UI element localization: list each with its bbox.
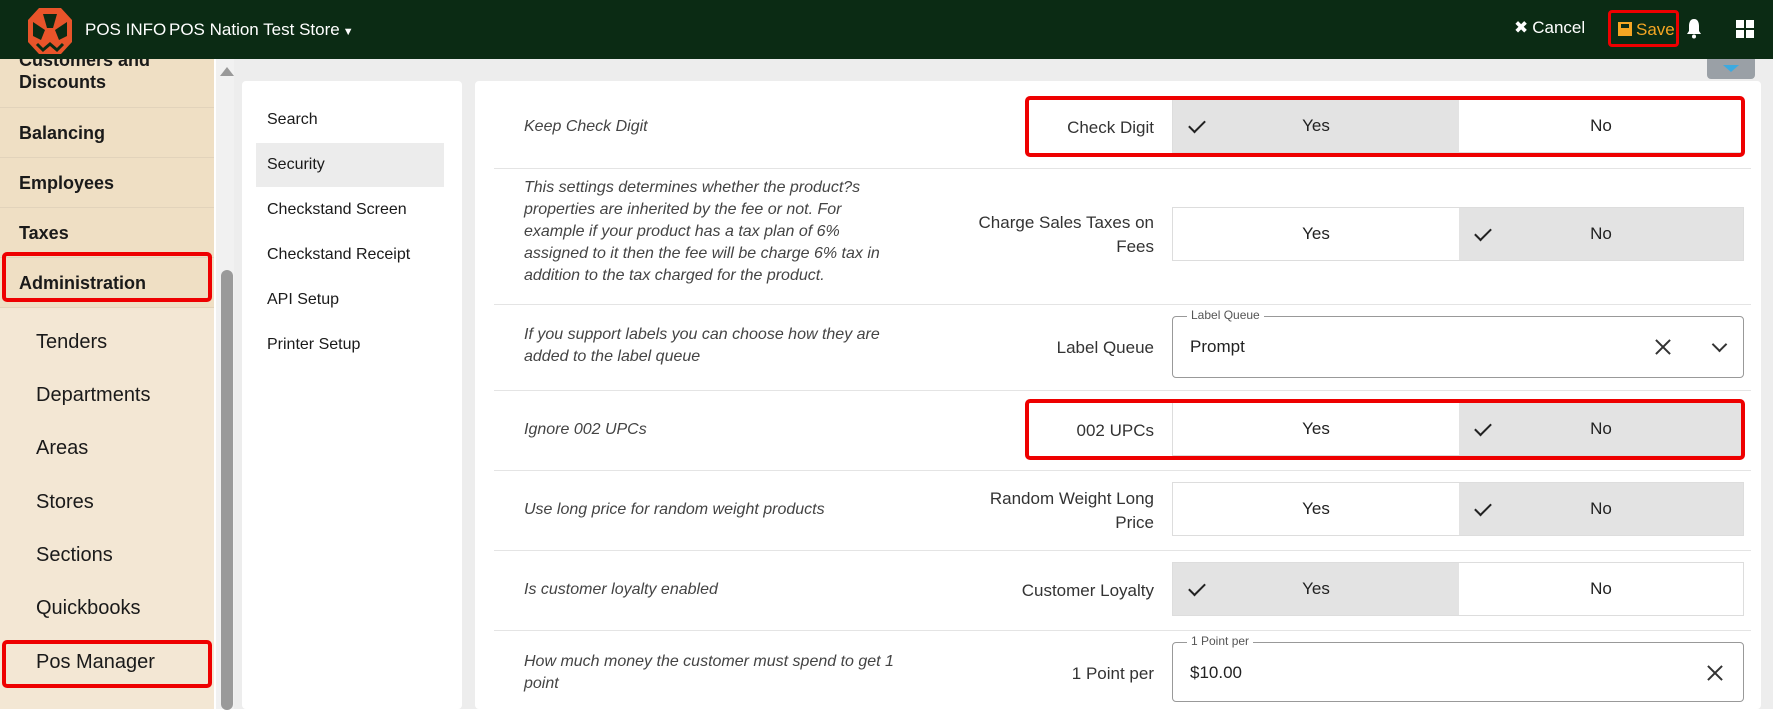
app-title: POS INFO: [85, 20, 167, 39]
submenu-item-api-setup[interactable]: API Setup: [256, 278, 444, 322]
collapse-toggle-icon[interactable]: [1707, 59, 1755, 79]
clear-icon[interactable]: [1705, 663, 1725, 683]
sidebar-item-sections[interactable]: Sections: [0, 544, 214, 567]
sidebar-item-stores[interactable]: Stores: [0, 491, 214, 514]
option-label: No: [1590, 224, 1612, 243]
field-legend: 1 Point per: [1187, 634, 1254, 648]
close-icon: ✖: [1514, 18, 1529, 37]
option-label: Yes: [1302, 579, 1330, 598]
highlight-administration: [2, 252, 212, 302]
setting-description: Is customer loyalty enabled: [524, 581, 718, 598]
option-label: No: [1590, 499, 1612, 518]
sidebar-item-label: Balancing: [19, 123, 106, 143]
sidebar-item-label: Taxes: [19, 223, 69, 243]
setting-description: Use long price for random weight product…: [524, 501, 825, 518]
sidebar-item-customers-discounts[interactable]: Customers and Discounts: [0, 59, 214, 108]
sidebar-item-label: Areas: [36, 437, 89, 459]
sidebar-item-employees[interactable]: Employees: [0, 158, 214, 208]
save-label: Save: [1636, 20, 1675, 39]
setting-description: How much money the customer must spend t…: [524, 653, 894, 692]
submenu-item-label: Checkstand Receipt: [267, 246, 411, 263]
setting-label: Random Weight Long Price: [989, 489, 1154, 532]
highlight-002-upcs: [1025, 399, 1745, 460]
sidebar: Customers and Discounts Balancing Employ…: [0, 59, 214, 709]
submenu-item-label: API Setup: [267, 291, 340, 308]
sidebar-item-areas[interactable]: Areas: [0, 437, 214, 460]
checkmark-icon: [1188, 578, 1206, 597]
checkmark-icon: [1474, 498, 1492, 517]
submenu-item-label: Security: [267, 156, 325, 173]
charge-sales-taxes-no-option[interactable]: No: [1459, 208, 1743, 260]
sidebar-item-tenders[interactable]: Tenders: [0, 331, 214, 354]
sidebar-item-taxes[interactable]: Taxes: [0, 208, 214, 258]
apps-grid-icon[interactable]: [1736, 20, 1754, 38]
setting-label: Customer Loyalty: [1021, 581, 1154, 600]
save-button[interactable]: Save: [1608, 10, 1679, 47]
customer-loyalty-toggle: Yes No: [1172, 562, 1744, 616]
selected-value: Prompt: [1190, 337, 1245, 356]
sidebar-item-quickbooks[interactable]: Quickbooks: [0, 597, 214, 620]
highlight-check-digit: [1025, 96, 1745, 157]
pos-logo-icon[interactable]: [25, 6, 75, 56]
store-name: POS Nation Test Store: [169, 20, 340, 39]
customer-loyalty-no-option[interactable]: No: [1459, 563, 1743, 615]
top-bar: POS INFO POS Nation Test Store ▼ ✖ Cancel …: [0, 0, 1773, 59]
sidebar-item-label: Tenders: [36, 331, 108, 353]
point-per-input[interactable]: 1 Point per $10.00: [1172, 634, 1744, 702]
random-weight-toggle: Yes No: [1172, 482, 1744, 536]
option-label: No: [1590, 579, 1612, 598]
sidebar-item-label: Stores: [36, 491, 94, 513]
submenu-item-checkstand-screen[interactable]: Checkstand Screen: [256, 188, 444, 232]
highlight-pos-manager: [2, 640, 212, 688]
option-label: Yes: [1302, 499, 1330, 518]
random-weight-no-option[interactable]: No: [1459, 483, 1743, 535]
setting-description: Ignore 002 UPCs: [524, 421, 647, 438]
random-weight-yes-option[interactable]: Yes: [1173, 483, 1459, 535]
charge-sales-taxes-toggle: Yes No: [1172, 207, 1744, 261]
sidebar-item-label: Quickbooks: [36, 597, 141, 619]
setting-label: Charge Sales Taxes on Fees: [978, 213, 1154, 256]
field-legend: Label Queue: [1187, 308, 1264, 322]
charge-sales-taxes-yes-option[interactable]: Yes: [1173, 208, 1459, 260]
sidebar-item-balancing[interactable]: Balancing: [0, 108, 214, 158]
sidebar-item-label: Customers and Discounts: [19, 59, 151, 92]
submenu-item-label: Checkstand Screen: [267, 201, 407, 218]
setting-label: 1 Point per: [1071, 664, 1154, 683]
floppy-disk-icon: [1618, 22, 1632, 36]
sidebar-item-departments[interactable]: Departments: [0, 384, 214, 407]
checkmark-icon: [1474, 223, 1492, 242]
setting-description: If you support labels you can choose how…: [524, 326, 880, 365]
submenu-item-label: Printer Setup: [267, 336, 361, 353]
chevron-down-icon[interactable]: [1711, 336, 1728, 353]
input-value: $10.00: [1190, 663, 1242, 682]
setting-description: Keep Check Digit: [524, 118, 648, 135]
bell-icon[interactable]: [1686, 17, 1702, 39]
scrollbar-thumb[interactable]: [221, 270, 233, 710]
sidebar-item-label: Employees: [19, 173, 115, 193]
sidebar-item-label: Departments: [36, 384, 151, 406]
clear-icon[interactable]: [1653, 337, 1673, 357]
setting-description: This settings determines whether the pro…: [524, 179, 880, 284]
caret-down-icon: ▼: [342, 26, 354, 38]
submenu-item-search[interactable]: Search: [256, 98, 444, 142]
label-queue-select[interactable]: Label Queue Prompt: [1172, 308, 1744, 378]
cancel-button[interactable]: ✖ Cancel: [1514, 18, 1585, 38]
option-label: Yes: [1302, 224, 1330, 243]
store-dropdown[interactable]: POS Nation Test Store ▼: [169, 20, 354, 40]
settings-submenu: Search Security Checkstand Screen Checks…: [242, 81, 462, 709]
submenu-item-security[interactable]: Security: [256, 143, 444, 187]
submenu-item-printer-setup[interactable]: Printer Setup: [256, 323, 444, 367]
sidebar-item-label: Sections: [36, 544, 113, 566]
scroll-up-arrow-icon[interactable]: [220, 67, 234, 76]
submenu-item-label: Search: [267, 111, 318, 128]
setting-label: Label Queue: [1056, 338, 1154, 357]
submenu-item-checkstand-receipt[interactable]: Checkstand Receipt: [256, 233, 444, 277]
customer-loyalty-yes-option[interactable]: Yes: [1173, 563, 1459, 615]
cancel-label: Cancel: [1532, 18, 1586, 37]
